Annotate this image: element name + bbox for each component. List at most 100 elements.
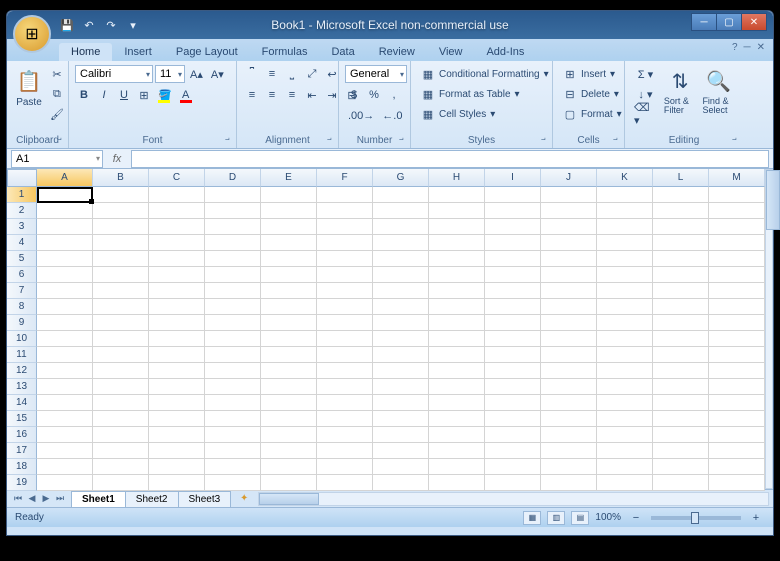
cell[interactable] xyxy=(93,347,149,363)
cell[interactable] xyxy=(93,187,149,203)
cell[interactable] xyxy=(205,251,261,267)
cell[interactable] xyxy=(93,267,149,283)
cell[interactable] xyxy=(373,219,429,235)
cell[interactable] xyxy=(205,299,261,315)
cell[interactable] xyxy=(597,203,653,219)
column-header[interactable]: C xyxy=(149,169,205,187)
cell[interactable] xyxy=(205,459,261,475)
cell[interactable] xyxy=(429,379,485,395)
cell[interactable] xyxy=(37,459,93,475)
sheet-tab-2[interactable]: Sheet2 xyxy=(125,491,179,507)
cell[interactable] xyxy=(37,443,93,459)
column-header[interactable]: A xyxy=(37,169,93,187)
cell[interactable] xyxy=(485,347,541,363)
cell[interactable] xyxy=(709,235,765,251)
minimize-button[interactable]: ─ xyxy=(691,13,717,31)
cell[interactable] xyxy=(373,331,429,347)
cell[interactable] xyxy=(653,235,709,251)
cell[interactable] xyxy=(373,203,429,219)
cell[interactable] xyxy=(373,475,429,491)
cell[interactable] xyxy=(93,203,149,219)
new-sheet-icon[interactable]: ✦ xyxy=(234,492,254,506)
cell[interactable] xyxy=(373,267,429,283)
cell[interactable] xyxy=(317,187,373,203)
cell[interactable] xyxy=(373,347,429,363)
row-header[interactable]: 15 xyxy=(7,411,37,427)
cell[interactable] xyxy=(653,315,709,331)
cell[interactable] xyxy=(93,251,149,267)
format-cells-button[interactable]: ▢Format ▾ xyxy=(559,105,626,123)
cell[interactable] xyxy=(597,315,653,331)
page-break-view-icon[interactable]: ▤ xyxy=(571,511,589,525)
cell[interactable] xyxy=(261,475,317,491)
cell[interactable] xyxy=(317,267,373,283)
row-header[interactable]: 11 xyxy=(7,347,37,363)
cell[interactable] xyxy=(485,427,541,443)
cell[interactable] xyxy=(93,411,149,427)
cell[interactable] xyxy=(205,219,261,235)
minimize-ribbon-icon[interactable]: ─ xyxy=(744,42,751,53)
paste-button[interactable]: 📋 Paste xyxy=(13,65,45,110)
cell[interactable] xyxy=(261,363,317,379)
row-header[interactable]: 18 xyxy=(7,459,37,475)
cell[interactable] xyxy=(37,347,93,363)
cell[interactable] xyxy=(317,459,373,475)
cell[interactable] xyxy=(541,331,597,347)
cell[interactable] xyxy=(597,475,653,491)
cell[interactable] xyxy=(429,331,485,347)
cell[interactable] xyxy=(317,219,373,235)
zoom-level[interactable]: 100% xyxy=(595,512,621,523)
cell[interactable] xyxy=(93,283,149,299)
tab-review[interactable]: Review xyxy=(367,43,427,61)
cell[interactable] xyxy=(205,379,261,395)
cell[interactable] xyxy=(709,299,765,315)
autosum-icon[interactable]: Σ ▾ xyxy=(631,65,660,83)
cell[interactable] xyxy=(205,331,261,347)
cell[interactable] xyxy=(653,347,709,363)
align-left-icon[interactable]: ≡ xyxy=(243,86,261,104)
cell[interactable] xyxy=(709,219,765,235)
font-size-combo[interactable]: 11 xyxy=(155,65,185,83)
cell[interactable] xyxy=(261,283,317,299)
cell[interactable] xyxy=(205,395,261,411)
cell[interactable] xyxy=(149,427,205,443)
cell[interactable] xyxy=(93,315,149,331)
cell[interactable] xyxy=(93,363,149,379)
cell[interactable] xyxy=(653,379,709,395)
cell[interactable] xyxy=(37,427,93,443)
cell[interactable] xyxy=(653,363,709,379)
row-header[interactable]: 9 xyxy=(7,315,37,331)
cell[interactable] xyxy=(93,395,149,411)
cell[interactable] xyxy=(597,331,653,347)
cell[interactable] xyxy=(373,379,429,395)
cell[interactable] xyxy=(149,219,205,235)
cell[interactable] xyxy=(709,187,765,203)
cell[interactable] xyxy=(485,411,541,427)
cell[interactable] xyxy=(597,283,653,299)
next-sheet-icon[interactable]: ▶ xyxy=(39,492,53,506)
cell[interactable] xyxy=(317,411,373,427)
tab-home[interactable]: Home xyxy=(59,43,112,61)
row-header[interactable]: 10 xyxy=(7,331,37,347)
row-header[interactable]: 2 xyxy=(7,203,37,219)
cell[interactable] xyxy=(317,443,373,459)
cell[interactable] xyxy=(37,411,93,427)
cell[interactable] xyxy=(261,379,317,395)
cell[interactable] xyxy=(653,475,709,491)
cell[interactable] xyxy=(597,363,653,379)
cell[interactable] xyxy=(485,315,541,331)
cell[interactable] xyxy=(597,219,653,235)
cell[interactable] xyxy=(149,379,205,395)
cell[interactable] xyxy=(261,347,317,363)
cell[interactable] xyxy=(317,235,373,251)
cell[interactable] xyxy=(205,315,261,331)
cell[interactable] xyxy=(205,411,261,427)
border-icon[interactable]: ⊞ xyxy=(135,86,153,104)
undo-icon[interactable]: ↶ xyxy=(81,17,97,33)
align-top-icon[interactable]: ⎴ xyxy=(243,65,261,83)
cell[interactable] xyxy=(149,395,205,411)
row-header[interactable]: 1 xyxy=(7,187,37,203)
tab-insert[interactable]: Insert xyxy=(112,43,164,61)
cell[interactable] xyxy=(709,347,765,363)
column-header[interactable]: E xyxy=(261,169,317,187)
